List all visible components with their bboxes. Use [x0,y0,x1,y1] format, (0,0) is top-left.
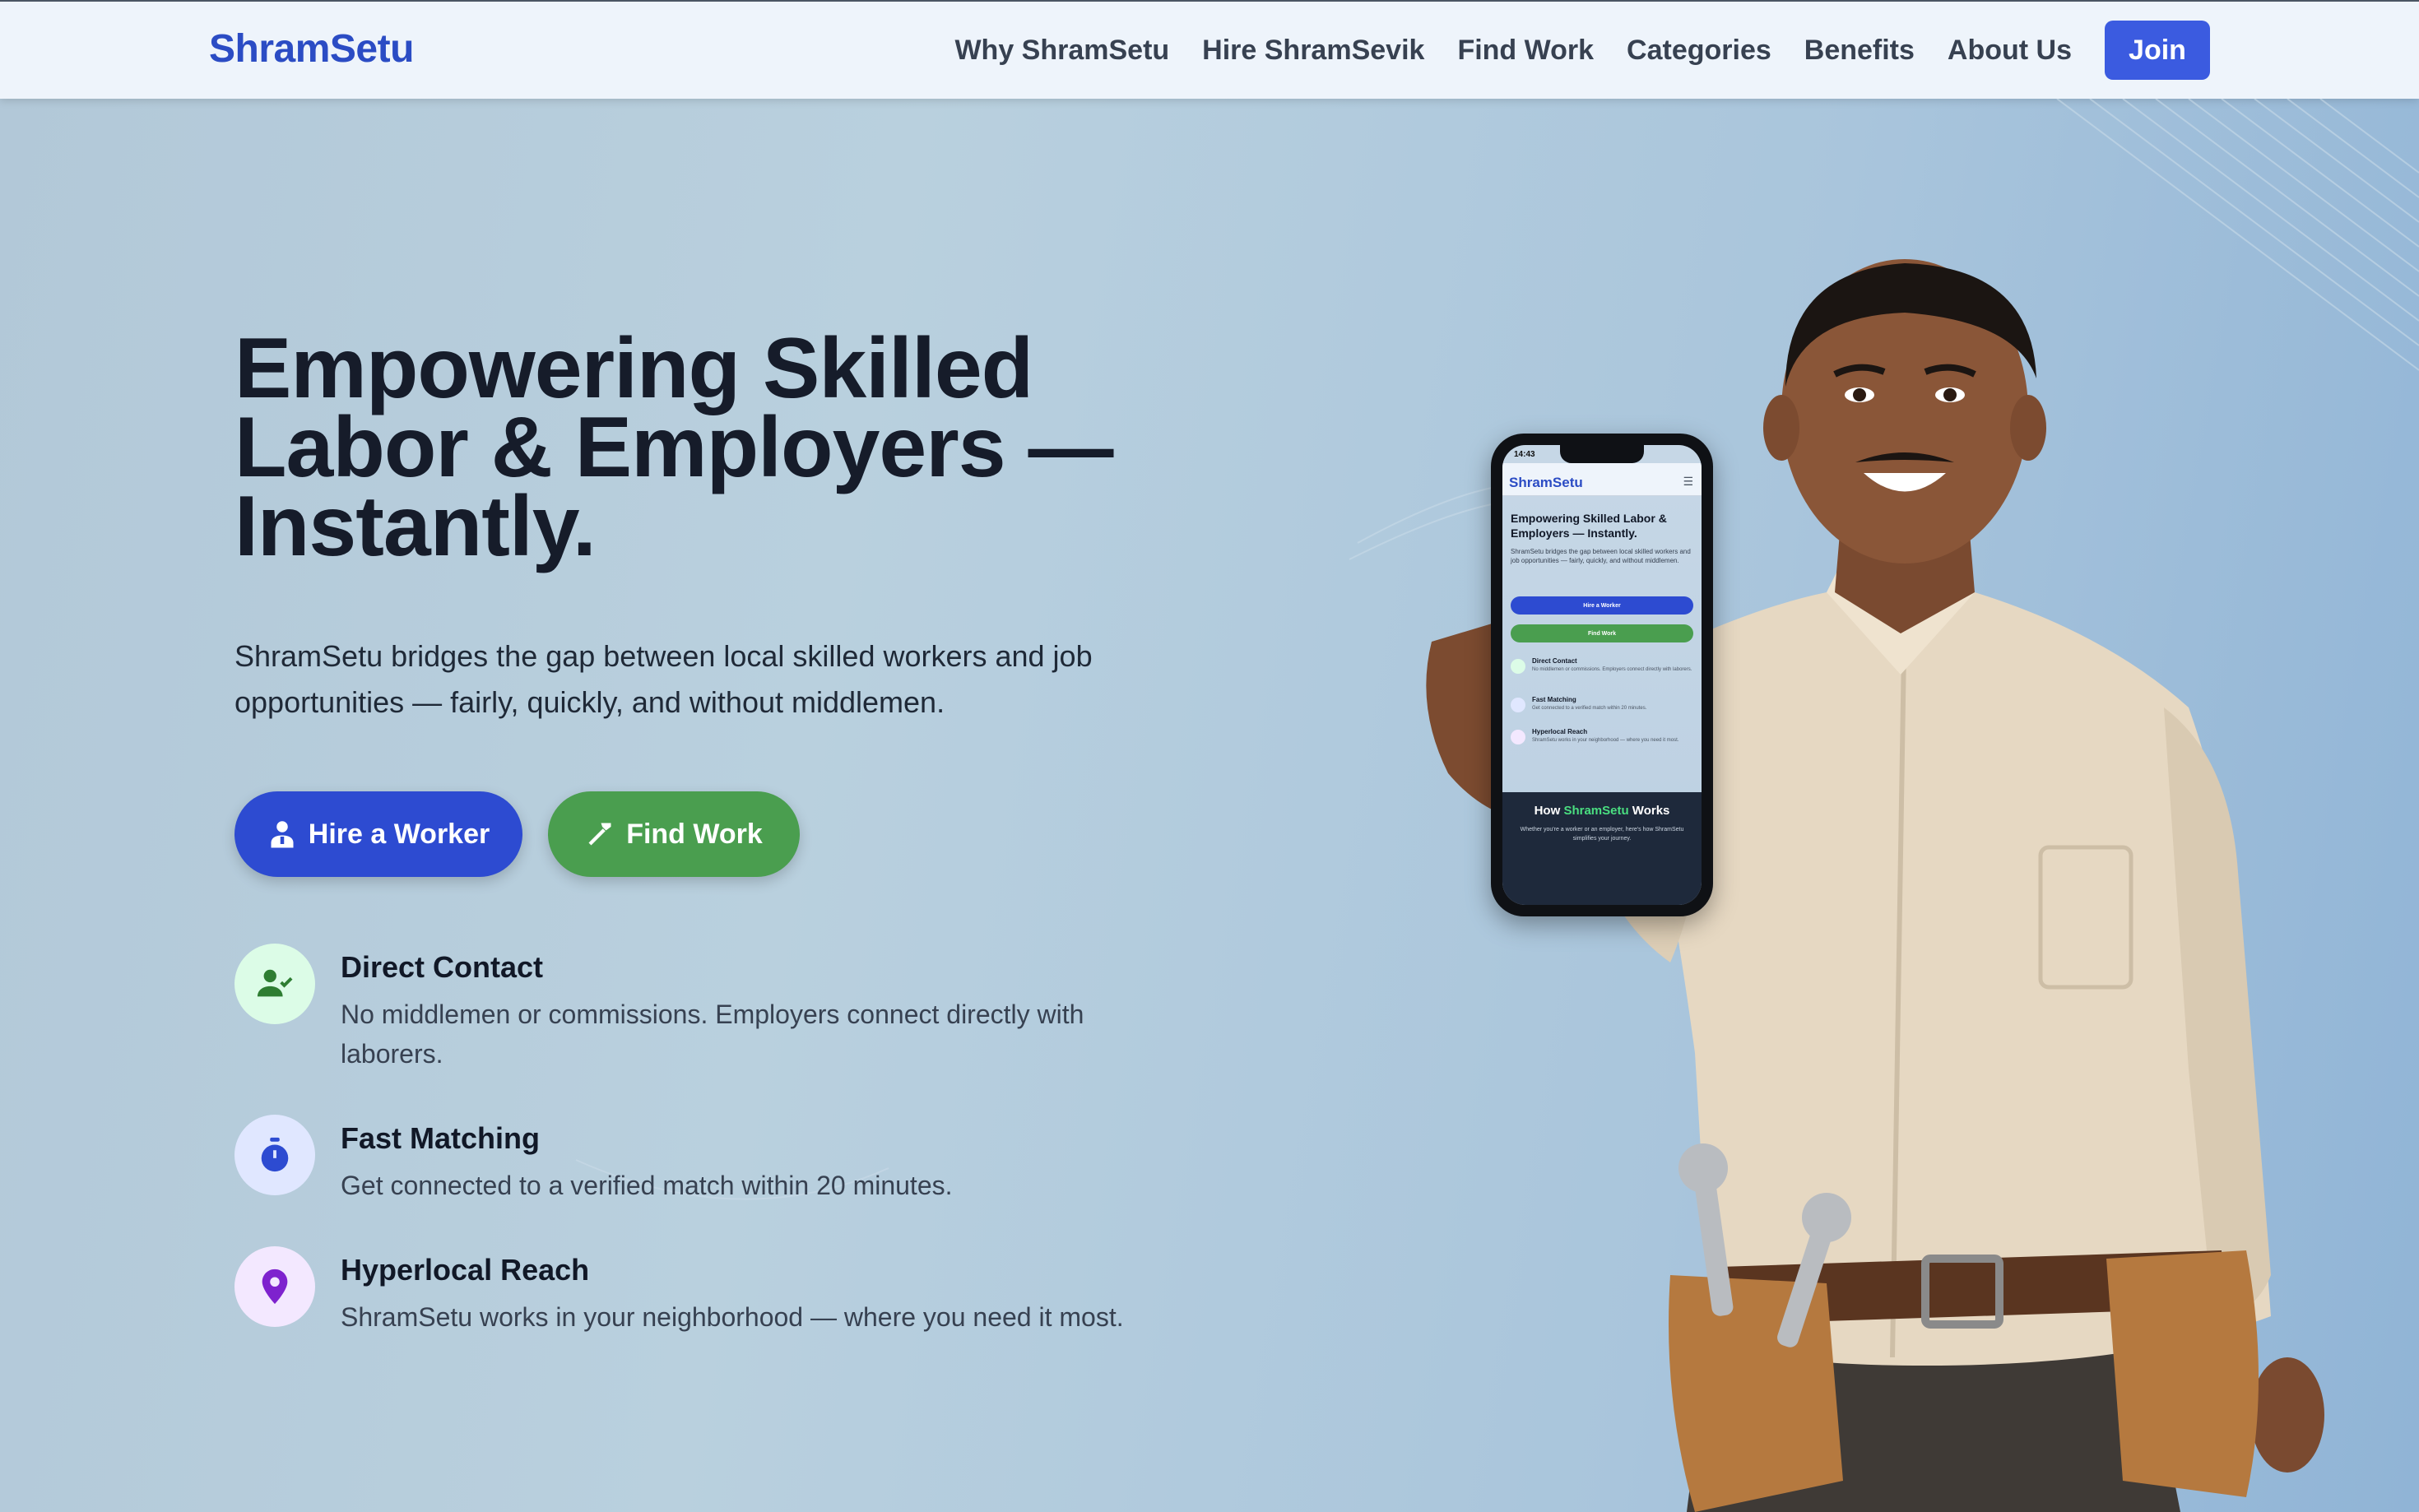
feature-title: Hyperlocal Reach [341,1253,590,1287]
feature-title: Fast Matching [341,1121,541,1155]
feature-description: Get connected to a verified match within… [341,1171,953,1200]
phone-how-title: How ShramSetu Works [1534,804,1670,818]
phone-find-button: Find Work [1511,624,1693,642]
phone-feature-desc: ShramSetu works in your neighborhood — w… [1532,738,1679,743]
hire-worker-label: Hire a Worker [308,818,490,850]
feature-description: No middlemen or commissions. Employers c… [341,999,1084,1069]
phone-hire-button: Hire a Worker [1511,596,1693,615]
hero-title-line-3: Instantly. [234,479,597,574]
nav-find-work[interactable]: Find Work [1457,35,1594,67]
phone-feature-title: Direct Contact [1532,657,1577,665]
person-icon [271,821,294,848]
phone-feature-desc: Get connected to a verified match within… [1532,706,1647,711]
nav-about-us[interactable]: About Us [1948,35,2072,67]
nav-why-shramsetu[interactable]: Why ShramSetu [954,35,1169,67]
hire-worker-button[interactable]: Hire a Worker [234,791,522,877]
find-work-button[interactable]: Find Work [548,791,800,877]
stopwatch-icon [1511,698,1525,712]
hero-subtitle: ShramSetu bridges the gap between local … [234,639,1093,719]
phone-status-time: 14:43 [1514,450,1535,459]
user-check-icon [234,944,315,1024]
stopwatch-icon [234,1115,315,1195]
map-pin-icon [234,1246,315,1327]
brand-logo[interactable]: ShramSetu [209,26,414,72]
phone-how-section: How ShramSetu Works Whether you're a wor… [1502,792,1702,905]
phone-feature-desc: No middlemen or commissions. Employers c… [1532,667,1692,672]
phone-screen: 14:43 ShramSetu ☰ Empowering Skilled Lab… [1502,445,1702,905]
phone-notch [1560,445,1644,463]
join-button[interactable]: Join [2105,21,2210,80]
hammer-icon [588,823,611,846]
feature-description: ShramSetu works in your neighborhood — w… [341,1302,1124,1332]
nav-benefits[interactable]: Benefits [1804,35,1915,67]
find-work-label: Find Work [626,818,763,850]
phone-mockup: 14:43 ShramSetu ☰ Empowering Skilled Lab… [1491,434,1713,916]
phone-feature-title: Fast Matching [1532,696,1576,703]
feature-title: Direct Contact [341,950,544,984]
phone-hero-title: Empowering Skilled Labor & Employers — I… [1511,512,1667,540]
user-check-icon [1511,659,1525,674]
phone-navbar: ShramSetu ☰ [1502,463,1702,496]
top-navbar: ShramSetu Why ShramSetu Hire ShramSevik … [0,0,2419,99]
nav-categories[interactable]: Categories [1627,35,1771,67]
phone-feature-title: Hyperlocal Reach [1532,728,1588,735]
map-pin-icon [1511,730,1525,744]
phone-hero-subtitle: ShramSetu bridges the gap between local … [1511,548,1691,564]
nav-links: Why ShramSetu Hire ShramSevik Find Work … [954,2,2419,99]
phone-how-subtitle: Whether you're a worker or an employer, … [1520,827,1684,842]
hamburger-icon: ☰ [1683,475,1693,488]
phone-brand: ShramSetu [1509,475,1583,490]
hero-title: Empowering Skilled Labor & Employers — I… [234,326,1304,569]
nav-hire-shramsevik[interactable]: Hire ShramSevik [1202,35,1424,67]
